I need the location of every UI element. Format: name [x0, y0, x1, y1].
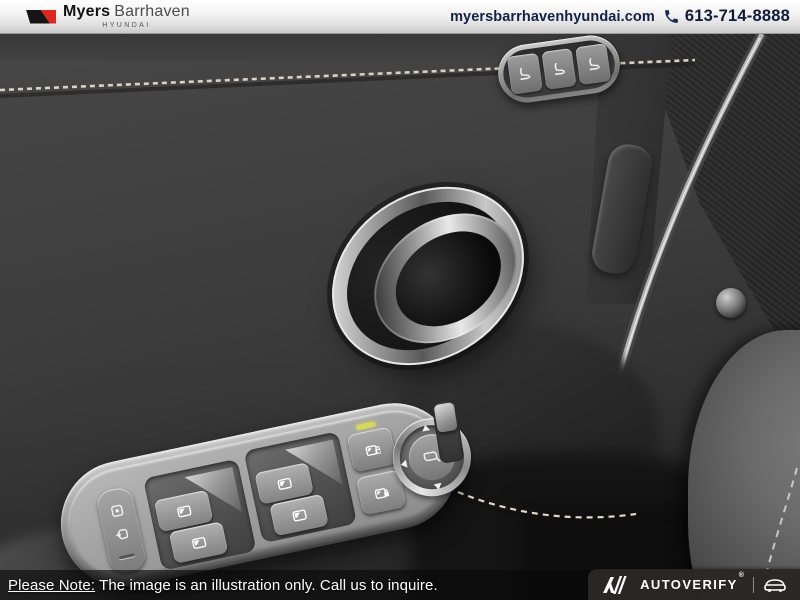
dealer-logo[interactable]: Myers Barrhaven HYUNDAI	[26, 4, 190, 29]
charge-port-icon	[114, 526, 131, 543]
dealer-header: Myers Barrhaven HYUNDAI myersbarrhavenhy…	[0, 0, 800, 34]
seat-memory-2-button	[576, 43, 612, 85]
autoverify-badge[interactable]: AUTOVERIFY®	[588, 569, 800, 600]
window-icon	[190, 535, 207, 551]
car-icon	[763, 577, 787, 593]
mirror-fold-knob	[434, 402, 458, 433]
window-icon	[175, 503, 192, 519]
seat-icon	[516, 65, 534, 83]
badge-divider	[753, 577, 754, 593]
window-switch-module-rear	[244, 431, 357, 543]
disclaimer-label: Please Note:	[8, 577, 95, 594]
dealer-name: Myers	[63, 4, 110, 20]
dealer-contact: myersbarrhavenhyundai.com 613-714-8888	[450, 7, 790, 26]
window-icon	[290, 507, 307, 523]
mirror-arrow-down-icon	[434, 483, 443, 491]
seat-icon	[550, 60, 568, 78]
phone-link[interactable]: 613-714-8888	[663, 7, 790, 26]
door-lock-icon	[372, 485, 389, 501]
seat-icon	[584, 55, 602, 73]
window-switch-module-front	[143, 459, 256, 571]
steering-wheel-rim	[688, 330, 800, 600]
disclaimer-body: The image is an illustration only. Call …	[99, 577, 438, 594]
dealer-wordmark: Myers Barrhaven HYUNDAI	[63, 4, 190, 29]
myers-flag-icon	[26, 10, 56, 24]
dealer-location: Barrhaven	[114, 4, 190, 20]
autoverify-logo-icon	[601, 575, 631, 595]
fuel-door-icon	[109, 502, 126, 519]
seat-recline-knob	[716, 288, 746, 318]
seat-memory-set-button	[507, 53, 543, 95]
dealer-brand: HYUNDAI	[63, 22, 190, 29]
window-icon	[275, 476, 292, 492]
website-link[interactable]: myersbarrhavenhyundai.com	[450, 9, 655, 25]
phone-icon	[663, 8, 680, 25]
window-lock-icon	[363, 442, 380, 458]
window-lock-button	[347, 426, 398, 472]
phone-number: 613-714-8888	[685, 7, 790, 26]
disclaimer-text: Please Note: The image is an illustratio…	[8, 577, 438, 594]
seat-memory-1-button	[541, 48, 577, 90]
screen: Myers Barrhaven HYUNDAI myersbarrhavenhy…	[0, 0, 800, 600]
vehicle-photo-door-panel	[0, 34, 800, 600]
autoverify-label: AUTOVERIFY®	[640, 576, 744, 594]
fuel-charge-door-button	[95, 486, 148, 576]
seat-memory-pod-face	[500, 37, 618, 100]
